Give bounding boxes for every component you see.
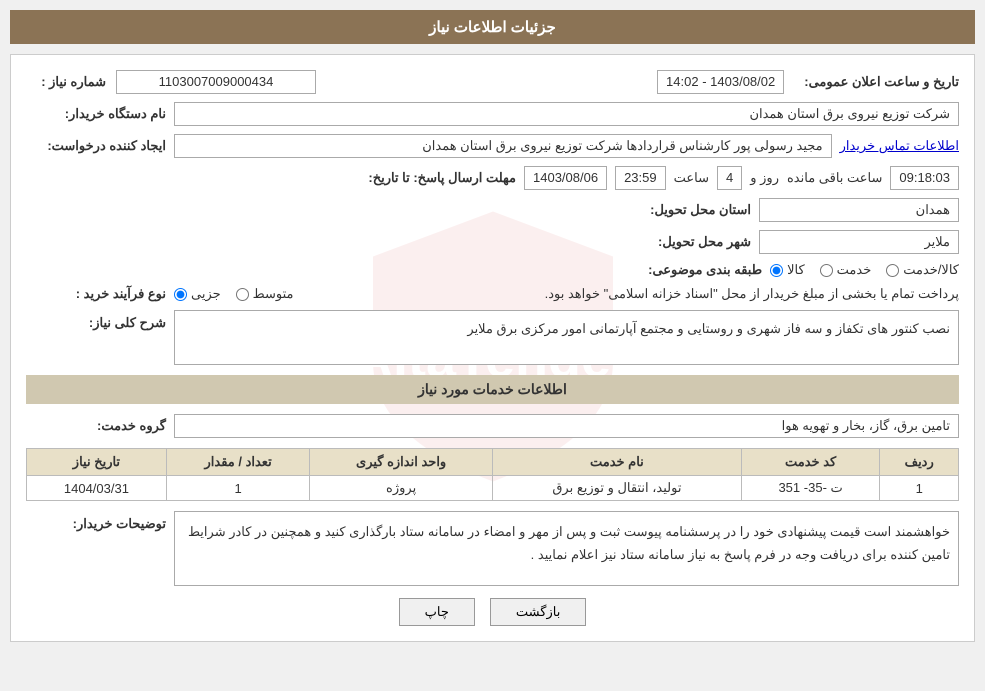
- creator-box: مجید رسولی پور کارشناس قراردادها شرکت تو…: [174, 134, 832, 158]
- deadline-label: مهلت ارسال پاسخ: تا تاریخ:: [368, 170, 516, 186]
- category-radio-kala: کالا: [770, 262, 805, 278]
- remaining-box: 09:18:03: [890, 166, 959, 190]
- announce-value-box: 1403/08/02 - 14:02: [657, 70, 784, 94]
- buyer-name-row: شرکت توزیع نیروی برق استان همدان نام دست…: [26, 102, 959, 126]
- col-header-unit: واحد اندازه گیری: [310, 449, 493, 476]
- process-row: پرداخت تمام یا بخشی از مبلغ خریدار از مح…: [26, 286, 959, 302]
- top-info-row: تاریخ و ساعت اعلان عمومی: 1403/08/02 - 1…: [26, 70, 959, 94]
- table-header-row: ردیف کد خدمت نام خدمت واحد اندازه گیری ت…: [27, 449, 959, 476]
- city-row: ملایر شهر محل تحویل:: [26, 230, 959, 254]
- cell-row: 1: [880, 476, 959, 501]
- action-buttons: بازگشت چاپ: [26, 598, 959, 626]
- date-box: 1403/08/06: [524, 166, 607, 190]
- time-label: ساعت: [674, 170, 709, 186]
- announce-date-group: تاریخ و ساعت اعلان عمومی: 1403/08/02 - 1…: [657, 70, 959, 94]
- buyer-desc-row: خواهشمند است قیمت پیشنهادی خود را در پرس…: [26, 511, 959, 586]
- col-header-code: کد خدمت: [741, 449, 880, 476]
- category-label: طبقه بندی موضوعی:: [622, 262, 762, 278]
- category-radio-kala-khedmat: کالا/خدمت: [886, 262, 959, 278]
- category-row: کالا/خدمت خدمت کالا طبقه بندی موضوعی:: [26, 262, 959, 278]
- category-radio-khedmat: خدمت: [820, 262, 872, 278]
- process-radio-jozii: جزیی: [174, 286, 221, 302]
- buyer-name-box: شرکت توزیع نیروی برق استان همدان: [174, 102, 959, 126]
- services-section-header: اطلاعات خدمات مورد نیاز: [26, 375, 959, 404]
- category-radio-group: کالا/خدمت خدمت کالا: [770, 262, 959, 278]
- days-box: 4: [717, 166, 742, 190]
- services-table: ردیف کد خدمت نام خدمت واحد اندازه گیری ت…: [26, 448, 959, 501]
- cell-service: تولید، انتقال و توزیع برق: [492, 476, 741, 501]
- process-label: نوع فرآیند خرید :: [26, 286, 166, 302]
- province-row: همدان استان محل تحویل:: [26, 198, 959, 222]
- description-row: نصب کنتور های تکفاز و سه فاز شهری و روست…: [26, 310, 959, 365]
- city-box: ملایر: [759, 230, 959, 254]
- radio-kala-khedmat[interactable]: [886, 264, 899, 277]
- process-note: پرداخت تمام یا بخشی از مبلغ خریدار از مح…: [302, 286, 959, 302]
- radio-khedmat[interactable]: [820, 264, 833, 277]
- creator-label: ایجاد کننده درخواست:: [26, 138, 166, 154]
- cell-count: 1: [166, 476, 309, 501]
- province-box: همدان: [759, 198, 959, 222]
- need-number-group: 1103007009000434 شماره نیاز :: [26, 70, 316, 94]
- city-label: شهر محل تحویل:: [611, 234, 751, 250]
- buyer-desc-box: خواهشمند است قیمت پیشنهادی خود را در پرس…: [174, 511, 959, 586]
- announce-label: تاریخ و ساعت اعلان عمومی:: [794, 74, 959, 90]
- back-button[interactable]: بازگشت: [490, 598, 586, 626]
- description-label: شرح کلی نیاز:: [26, 310, 166, 331]
- description-box: نصب کنتور های تکفاز و سه فاز شهری و روست…: [174, 310, 959, 365]
- remaining-label: ساعت باقی مانده: [787, 170, 882, 186]
- col-header-date: تاریخ نیاز: [27, 449, 167, 476]
- process-radio-group: متوسط جزیی: [174, 286, 294, 302]
- cell-date: 1404/03/31: [27, 476, 167, 501]
- table-row: 1 ت -35- 351 تولید، انتقال و توزیع برق پ…: [27, 476, 959, 501]
- service-group-label: گروه خدمت:: [26, 418, 166, 434]
- col-header-row: ردیف: [880, 449, 959, 476]
- page-title: جزئیات اطلاعات نیاز: [429, 19, 556, 36]
- service-group-box: تامین برق، گاز، بخار و تهویه هوا: [174, 414, 959, 438]
- cell-unit: پروژه: [310, 476, 493, 501]
- time-box: 23:59: [615, 166, 666, 190]
- print-button[interactable]: چاپ: [399, 598, 475, 626]
- province-label: استان محل تحویل:: [611, 202, 751, 218]
- radio-jozii[interactable]: [174, 288, 187, 301]
- page-header: جزئیات اطلاعات نیاز: [10, 10, 975, 44]
- col-header-service: نام خدمت: [492, 449, 741, 476]
- creator-row: اطلاعات تماس خریدار مجید رسولی پور کارشن…: [26, 134, 959, 158]
- service-group-row: تامین برق، گاز، بخار و تهویه هوا گروه خد…: [26, 414, 959, 438]
- radio-motavaset[interactable]: [236, 288, 249, 301]
- buyer-name-label: نام دستگاه خریدار:: [26, 106, 166, 122]
- creator-link[interactable]: اطلاعات تماس خریدار: [840, 138, 959, 154]
- days-text: روز و: [750, 170, 779, 186]
- need-number-box: 1103007009000434: [116, 70, 316, 94]
- buyer-desc-label: توضیحات خریدار:: [26, 511, 166, 532]
- cell-code: ت -35- 351: [741, 476, 880, 501]
- deadline-row: 09:18:03 ساعت باقی مانده روز و 4 ساعت 23…: [26, 166, 959, 190]
- need-number-label: شماره نیاز :: [26, 74, 106, 90]
- col-header-count: تعداد / مقدار: [166, 449, 309, 476]
- radio-kala[interactable]: [770, 264, 783, 277]
- process-radio-motavaset: متوسط: [236, 286, 294, 302]
